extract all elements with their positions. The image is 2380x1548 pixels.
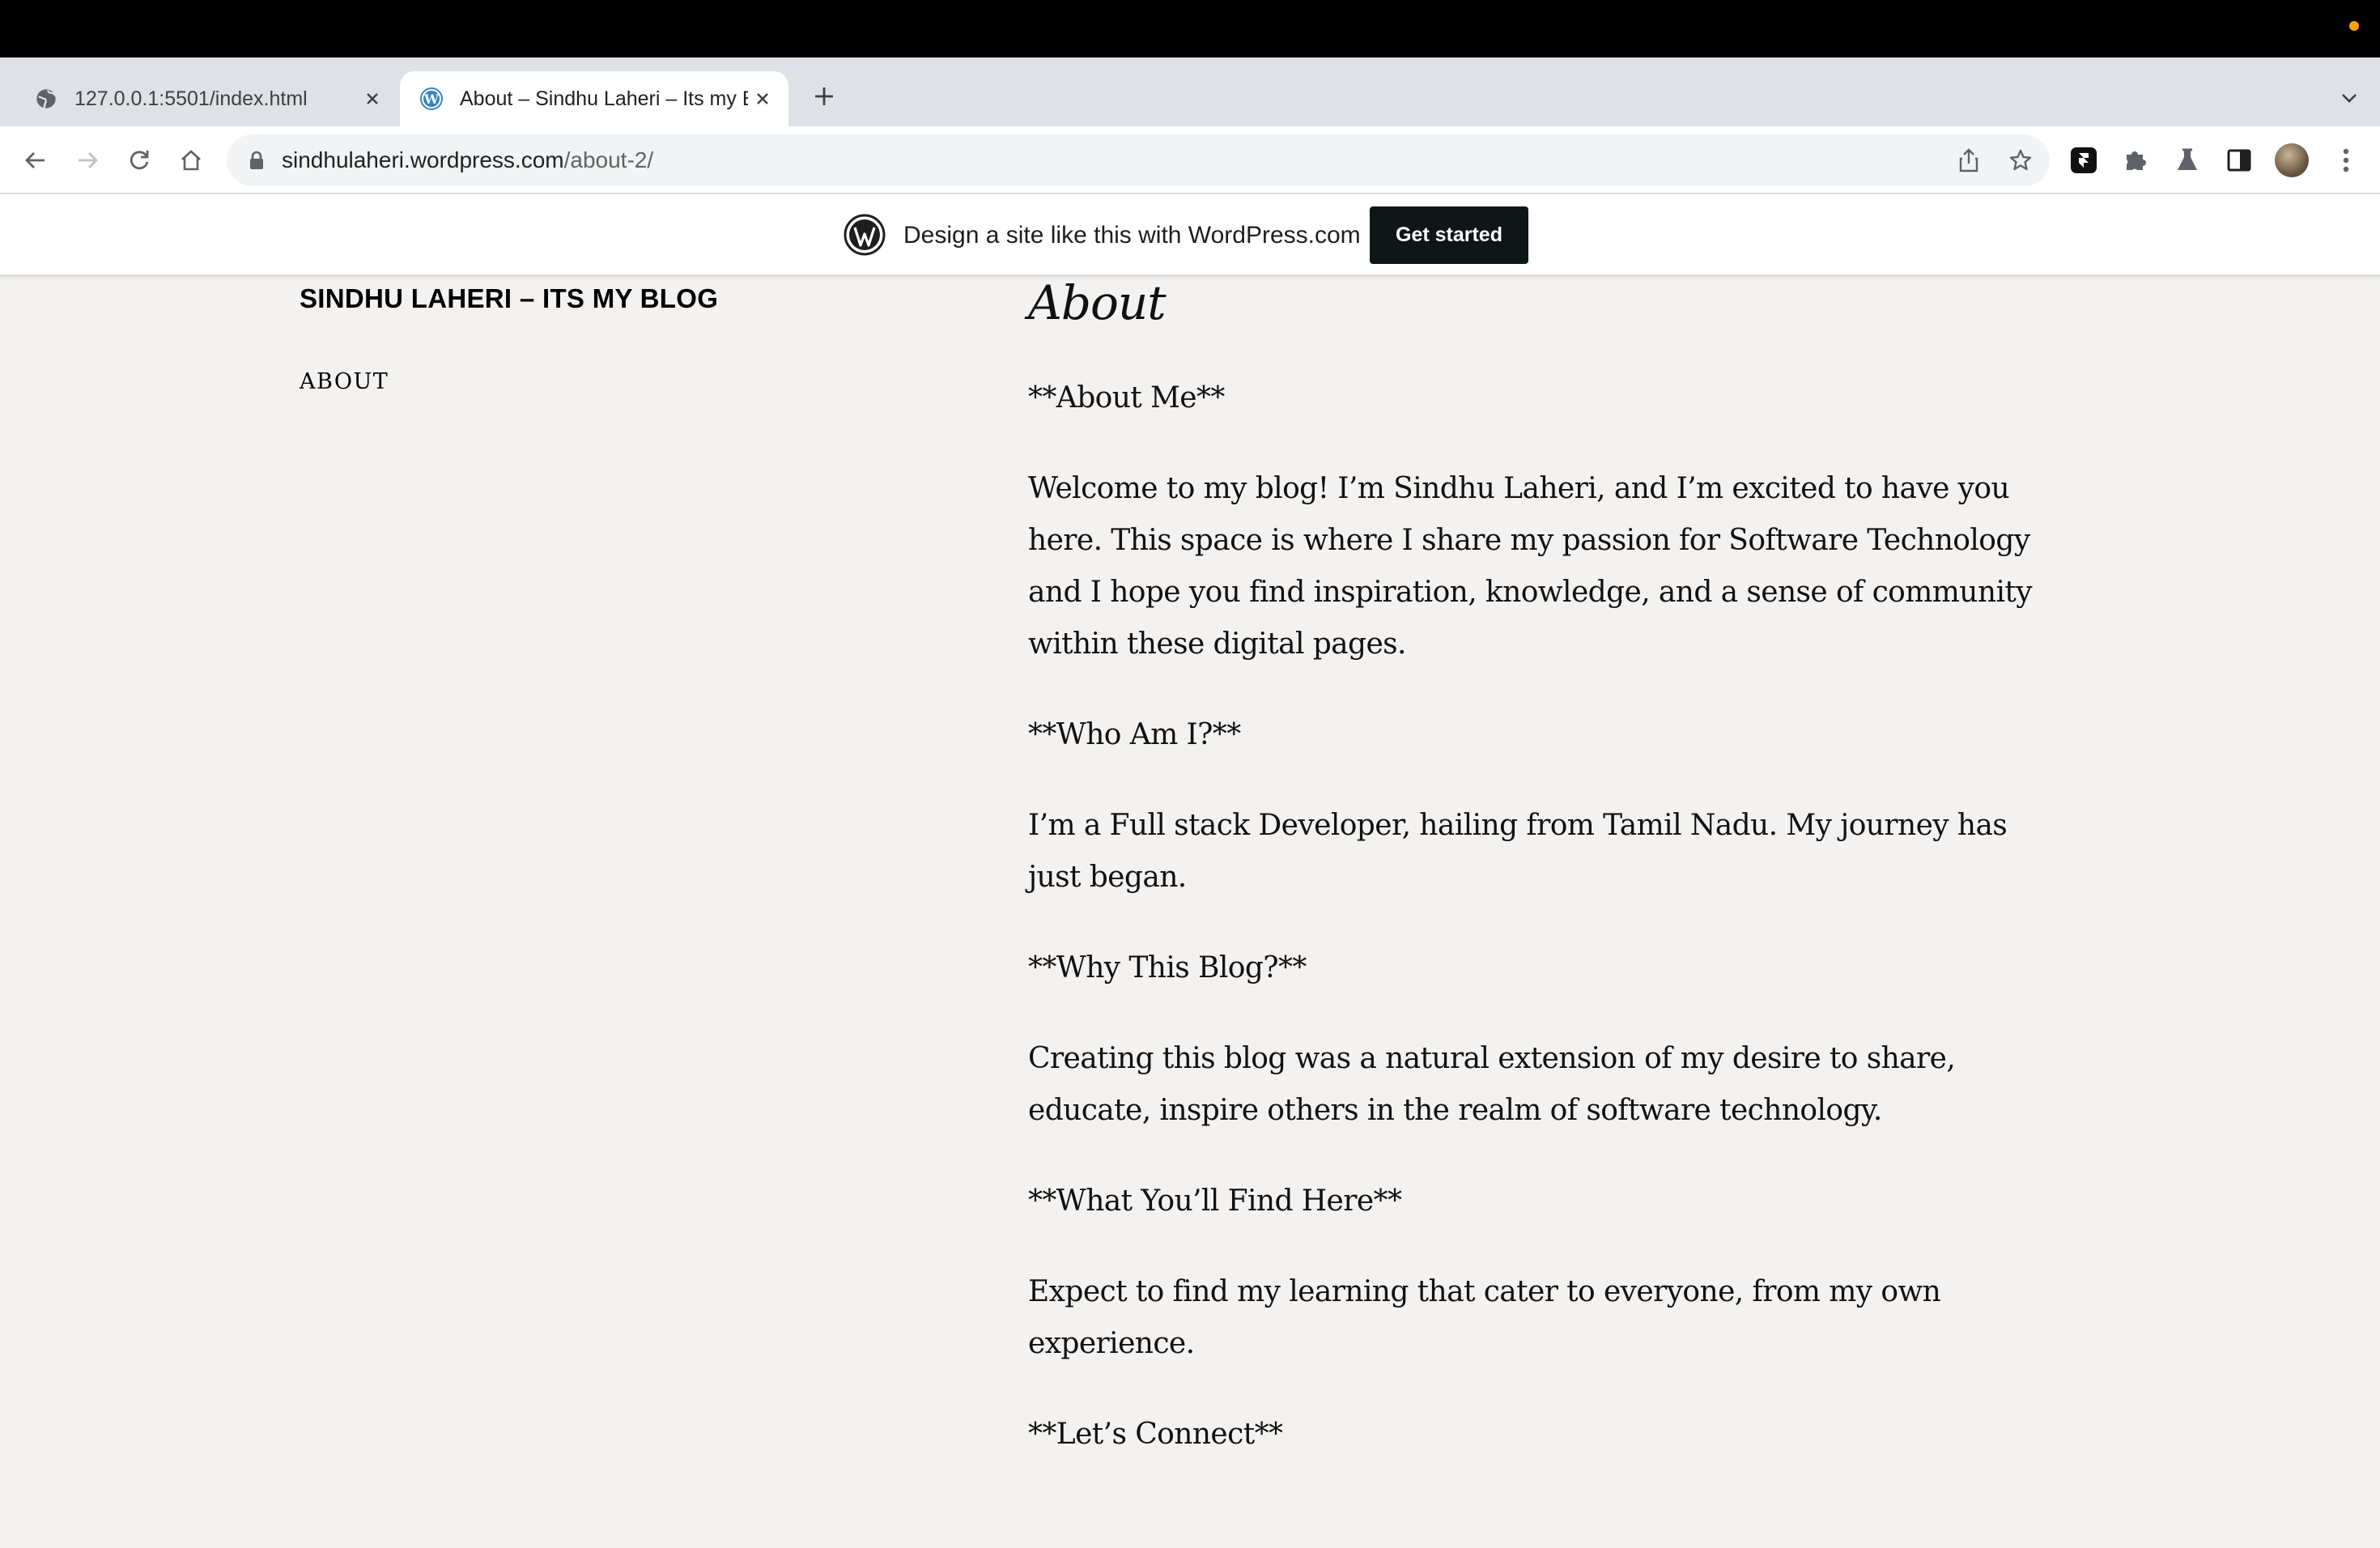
tab-search-button[interactable]: [2335, 83, 2364, 113]
lock-icon[interactable]: [248, 151, 266, 170]
page-content: About **About Me** Welcome to my blog! I…: [1028, 274, 2033, 1499]
paragraph-welcome: Welcome to my blog! I’m Sindhu Laheri, a…: [1028, 472, 2033, 661]
chevron-down-icon: [2342, 94, 2357, 103]
heading-who-am-i: **Who Am I?**: [1028, 718, 1241, 751]
get-started-button[interactable]: Get started: [1370, 206, 1528, 264]
svg-text:W: W: [423, 91, 440, 107]
tab-localhost[interactable]: 127.0.0.1:5501/index.html: [15, 71, 398, 126]
site-title-link[interactable]: SINDHU LAHERI – ITS MY BLOG: [300, 283, 718, 314]
recording-indicator-dot: [2349, 21, 2359, 31]
paragraph-who-am-i: I’m a Full stack Developer, hailing from…: [1028, 809, 2008, 894]
os-menu-bar: [0, 0, 2380, 57]
nav-item-about[interactable]: ABOUT: [300, 369, 389, 394]
profile-avatar[interactable]: [2275, 143, 2309, 177]
paragraph-why-this-blog: Creating this blog was a natural extensi…: [1028, 1042, 1956, 1127]
labs-flask-icon[interactable]: [2170, 142, 2205, 178]
bookmark-star-icon[interactable]: [2004, 144, 2037, 176]
url-host: sindhulaheri.wordpress.com: [282, 147, 564, 172]
close-icon[interactable]: [358, 84, 387, 113]
new-tab-button[interactable]: [808, 80, 840, 113]
heading-why-this-blog: **Why This Blog?**: [1028, 951, 1307, 985]
forward-button[interactable]: [70, 142, 105, 178]
heading-about-me: **About Me**: [1028, 381, 1225, 415]
tab-title: About – Sindhu Laheri – Its my Blog: [460, 87, 748, 110]
heading-lets-connect: **Let’s Connect**: [1028, 1418, 1283, 1451]
address-bar[interactable]: sindhulaheri.wordpress.com/about-2/: [227, 134, 2050, 186]
puzzle-icon[interactable]: [2118, 142, 2153, 178]
share-icon[interactable]: [1953, 144, 1985, 176]
home-button[interactable]: [173, 142, 209, 178]
arrow-right-icon: [79, 152, 98, 168]
reload-button[interactable]: [121, 142, 157, 178]
close-icon[interactable]: [748, 84, 777, 113]
wordpress-logo-icon[interactable]: [844, 214, 886, 256]
plus-icon: [815, 87, 833, 105]
browser-toolbar: sindhulaheri.wordpress.com/about-2/: [0, 126, 2380, 194]
wordpress-promo-banner: Design a site like this with WordPress.c…: [0, 194, 2380, 277]
tab-title: 127.0.0.1:5501/index.html: [74, 87, 308, 110]
paragraph-what-youll-find: Expect to find my learning that cater to…: [1028, 1275, 1941, 1360]
reload-icon: [130, 151, 149, 170]
url-text: sindhulaheri.wordpress.com/about-2/: [282, 147, 653, 173]
promo-text: Design a site like this with WordPress.c…: [903, 222, 1361, 249]
url-path: /about-2/: [563, 147, 654, 172]
tab-about[interactable]: W About – Sindhu Laheri – Its my Blog: [400, 71, 788, 126]
page-title: About: [1028, 275, 1167, 330]
globe-icon: [34, 87, 58, 111]
framer-extension-icon[interactable]: [2066, 142, 2102, 178]
heading-what-youll-find: **What You’ll Find Here**: [1028, 1184, 1402, 1218]
wordpress-icon: W: [419, 87, 444, 111]
more-menu-icon[interactable]: [2328, 142, 2364, 178]
side-panel-icon[interactable]: [2221, 142, 2257, 178]
back-button[interactable]: [18, 142, 53, 178]
tab-strip: 127.0.0.1:5501/index.html W About – Sind…: [0, 57, 2380, 126]
arrow-left-icon: [25, 152, 45, 168]
home-icon: [181, 150, 201, 171]
